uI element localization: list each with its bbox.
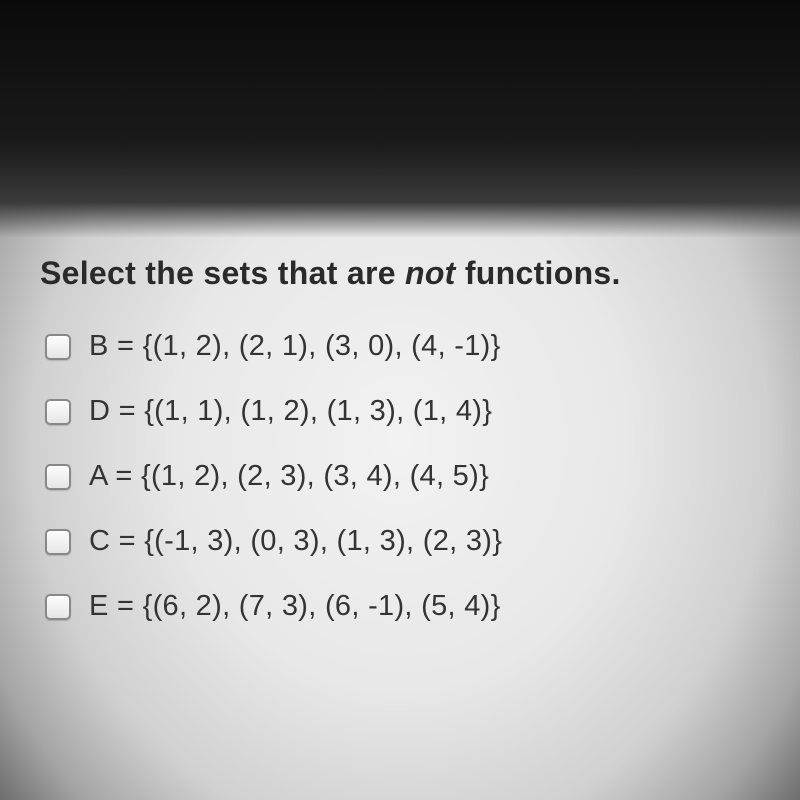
checkbox-a[interactable] [45, 464, 71, 490]
option-row-d: D = {(1, 1), (1, 2), (1, 3), (1, 4)} [45, 395, 760, 428]
option-row-a: A = {(1, 2), (2, 3), (3, 4), (4, 5)} [45, 460, 760, 493]
option-label-c: C = {(-1, 3), (0, 3), (1, 3), (2, 3)} [89, 525, 502, 558]
option-label-e: E = {(6, 2), (7, 3), (6, -1), (5, 4)} [89, 590, 501, 623]
question-suffix: functions. [456, 255, 621, 291]
photo-frame: Select the sets that are not functions. … [0, 0, 800, 800]
question-prompt: Select the sets that are not functions. [40, 255, 760, 292]
checkbox-b[interactable] [45, 334, 71, 360]
option-label-d: D = {(1, 1), (1, 2), (1, 3), (1, 4)} [89, 395, 492, 428]
checkbox-d[interactable] [45, 399, 71, 425]
option-row-e: E = {(6, 2), (7, 3), (6, -1), (5, 4)} [45, 590, 760, 623]
option-row-c: C = {(-1, 3), (0, 3), (1, 3), (2, 3)} [45, 525, 760, 558]
question-prefix: Select the sets that are [40, 255, 405, 291]
question-emphasis: not [405, 255, 456, 291]
option-label-a: A = {(1, 2), (2, 3), (3, 4), (4, 5)} [89, 460, 489, 493]
question-content: Select the sets that are not functions. … [40, 255, 760, 655]
option-row-b: B = {(1, 2), (2, 1), (3, 0), (4, -1)} [45, 330, 760, 363]
option-label-b: B = {(1, 2), (2, 1), (3, 0), (4, -1)} [89, 330, 501, 363]
checkbox-c[interactable] [45, 529, 71, 555]
screen-surface: Select the sets that are not functions. … [0, 0, 800, 800]
dark-top-region [0, 0, 800, 238]
checkbox-e[interactable] [45, 594, 71, 620]
